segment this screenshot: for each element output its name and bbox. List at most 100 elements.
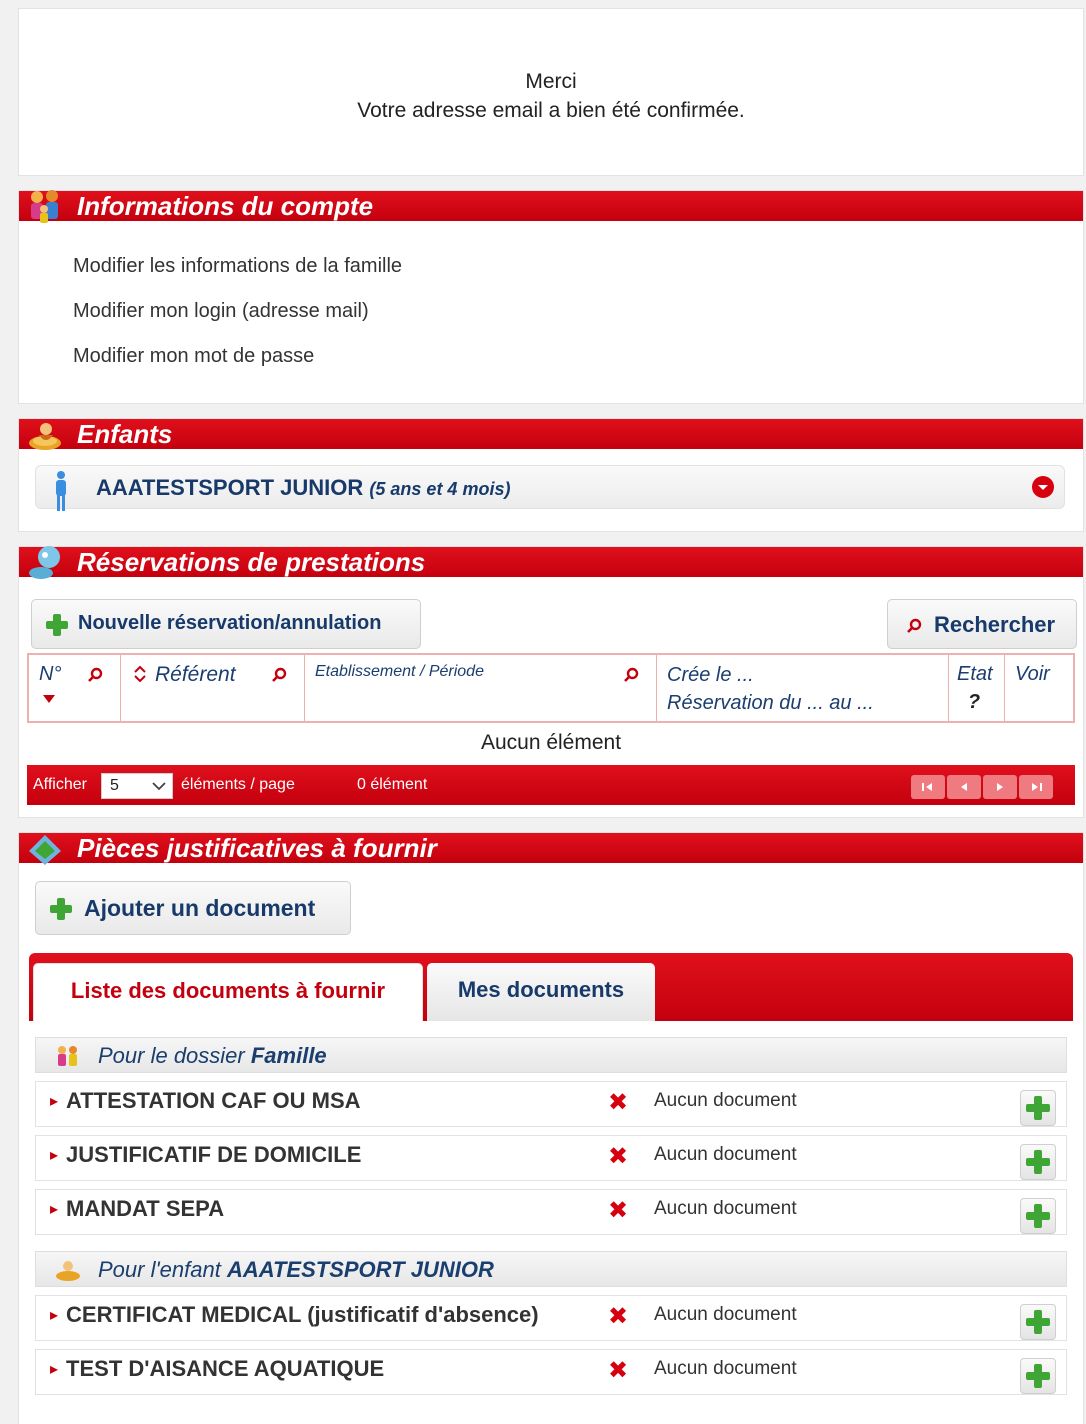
pager-last-icon: [1032, 783, 1042, 791]
pager-last[interactable]: [1019, 775, 1053, 799]
search-icon: [907, 618, 922, 633]
expand-toggle[interactable]: [1032, 476, 1054, 498]
add-doc-button[interactable]: [1020, 1358, 1056, 1394]
doc-name[interactable]: TEST D'AISANCE AQUATIQUE: [50, 1356, 384, 1382]
tab-documents-to-provide[interactable]: Liste des documents à fournir: [33, 963, 423, 1021]
child-group-header: Pour l'enfant AAATESTSPORT JUNIOR: [35, 1251, 1067, 1287]
doc-name[interactable]: MANDAT SEPA: [50, 1196, 224, 1222]
doc-row[interactable]: MANDAT SEPA ✖ Aucun document: [35, 1189, 1067, 1235]
reservations-header: Réservations de prestations: [19, 546, 1083, 579]
col-referent[interactable]: Référent: [121, 655, 305, 723]
confirmation-panel: Merci Votre adresse email a bien été con…: [18, 8, 1084, 176]
etat-help-badge[interactable]: ?: [957, 691, 991, 717]
element-count: 0 élément: [357, 776, 428, 793]
confirmation-title: Merci: [525, 70, 577, 93]
red-x-icon: ✖: [608, 1197, 629, 1224]
child-age: (5 ans et 4 mois): [369, 479, 511, 499]
family-group-name: Famille: [250, 1043, 327, 1068]
document-icon: [29, 835, 61, 865]
doc-status: Aucun document: [654, 1198, 797, 1219]
doc-name[interactable]: CERTIFICAT MEDICAL (justificatif d'absen…: [50, 1302, 539, 1328]
add-doc-button[interactable]: [1020, 1304, 1056, 1340]
search-icon[interactable]: [87, 667, 103, 683]
child-row[interactable]: AAATESTSPORT JUNIOR (5 ans et 4 mois): [35, 465, 1065, 511]
children-title: Enfants: [77, 419, 173, 449]
doc-row[interactable]: TEST D'AISANCE AQUATIQUE ✖ Aucun documen…: [35, 1349, 1067, 1395]
edit-password-link[interactable]: Modifier mon mot de passe: [73, 345, 314, 368]
add-doc-button[interactable]: [1020, 1090, 1056, 1126]
search-icon[interactable]: [271, 667, 287, 683]
empty-table-message: Aucun élément: [480, 731, 622, 754]
pager-first-icon: [922, 783, 932, 791]
doc-row[interactable]: ATTESTATION CAF OU MSA ✖ Aucun document: [35, 1081, 1067, 1127]
reservations-table-header: N° Référent Etablissement / Période Crée…: [27, 653, 1075, 723]
col-referent-label: Référent: [155, 663, 236, 686]
search-button[interactable]: Rechercher: [887, 599, 1077, 649]
reservations-title: Réservations de prestations: [77, 547, 426, 577]
col-num-label: N°: [39, 663, 62, 685]
child-group-prefix: Pour l'enfant: [98, 1257, 227, 1282]
table-footer: Afficher 5 éléments / page 0 élément: [27, 765, 1075, 805]
page-size-select[interactable]: 5: [101, 773, 173, 799]
documents-title: Pièces justificatives à fournir: [77, 833, 437, 863]
documents-panel: Pièces justificatives à fournir Ajouter …: [18, 832, 1084, 1424]
red-x-icon: ✖: [608, 1089, 629, 1116]
doc-status: Aucun document: [654, 1304, 797, 1325]
child-name-text: AAATESTSPORT JUNIOR: [96, 475, 364, 500]
child-group-name: AAATESTSPORT JUNIOR: [226, 1257, 494, 1282]
account-title: Informations du compte: [77, 191, 374, 221]
chevron-down-icon: [152, 782, 166, 791]
doc-name[interactable]: ATTESTATION CAF OU MSA: [50, 1088, 361, 1114]
doc-status: Aucun document: [654, 1090, 797, 1111]
pager-prev-icon: [961, 783, 967, 791]
new-reservation-button[interactable]: Nouvelle réservation/annulation: [31, 599, 421, 649]
account-panel: Informations du compte Modifier les info…: [18, 190, 1084, 404]
search-icon[interactable]: [623, 667, 639, 683]
red-x-icon: ✖: [608, 1303, 629, 1330]
col-etablissement-label: Etablissement / Période: [315, 663, 484, 680]
reservation-icon: [29, 546, 60, 579]
add-doc-button[interactable]: [1020, 1198, 1056, 1234]
col-cree-line1: Crée le ...: [667, 664, 754, 686]
red-x-icon: ✖: [608, 1143, 629, 1170]
search-label: Rechercher: [934, 612, 1056, 637]
plus-icon: [1026, 1096, 1050, 1120]
confirmation-text: Votre adresse email a bien été confirmée…: [357, 99, 745, 122]
show-label: Afficher: [33, 776, 87, 793]
col-num[interactable]: N°: [29, 655, 121, 723]
doc-name[interactable]: JUSTIFICATIF DE DOMICILE: [50, 1142, 361, 1168]
plus-icon: [50, 898, 72, 920]
edit-login-link[interactable]: Modifier mon login (adresse mail): [73, 300, 369, 323]
add-doc-button[interactable]: [1020, 1144, 1056, 1180]
doc-row[interactable]: JUSTIFICATIF DE DOMICILE ✖ Aucun documen…: [35, 1135, 1067, 1181]
col-cree: Crée le ... Réservation du ... au ...: [657, 655, 949, 723]
add-document-button[interactable]: Ajouter un document: [35, 881, 351, 935]
confirmation-message: Merci Votre adresse email a bien été con…: [19, 67, 1083, 125]
doc-status: Aucun document: [654, 1358, 797, 1379]
chevron-down-icon: [1038, 485, 1048, 490]
col-etablissement[interactable]: Etablissement / Période: [305, 655, 657, 723]
red-x-icon: ✖: [608, 1357, 629, 1384]
reservations-panel: Réservations de prestations Nouvelle rés…: [18, 546, 1084, 818]
add-document-label: Ajouter un document: [84, 895, 316, 921]
family-group-header: Pour le dossier Famille: [35, 1037, 1067, 1073]
plus-icon: [46, 614, 68, 636]
child-name[interactable]: AAATESTSPORT JUNIOR (5 ans et 4 mois): [96, 475, 510, 501]
documents-tabs: Liste des documents à fournir Mes docume…: [29, 953, 1073, 1021]
children-header: Enfants: [19, 419, 1083, 450]
pager-next[interactable]: [983, 775, 1017, 799]
col-voir-label: Voir: [1015, 663, 1050, 685]
doc-row[interactable]: CERTIFICAT MEDICAL (justificatif d'absen…: [35, 1295, 1067, 1341]
tab-my-documents[interactable]: Mes documents: [427, 963, 655, 1021]
family-icon: [31, 190, 58, 223]
documents-header: Pièces justificatives à fournir: [19, 833, 1083, 865]
plus-icon: [1026, 1204, 1050, 1228]
page-size-value: 5: [110, 777, 119, 794]
edit-family-link[interactable]: Modifier les informations de la famille: [73, 255, 402, 278]
col-etat-label: Etat: [957, 663, 993, 685]
col-cree-line2: Réservation du ... au ...: [667, 692, 874, 714]
pager-first[interactable]: [911, 775, 945, 799]
pager-prev[interactable]: [947, 775, 981, 799]
sort-desc-icon: [43, 695, 55, 703]
plus-icon: [1026, 1310, 1050, 1334]
